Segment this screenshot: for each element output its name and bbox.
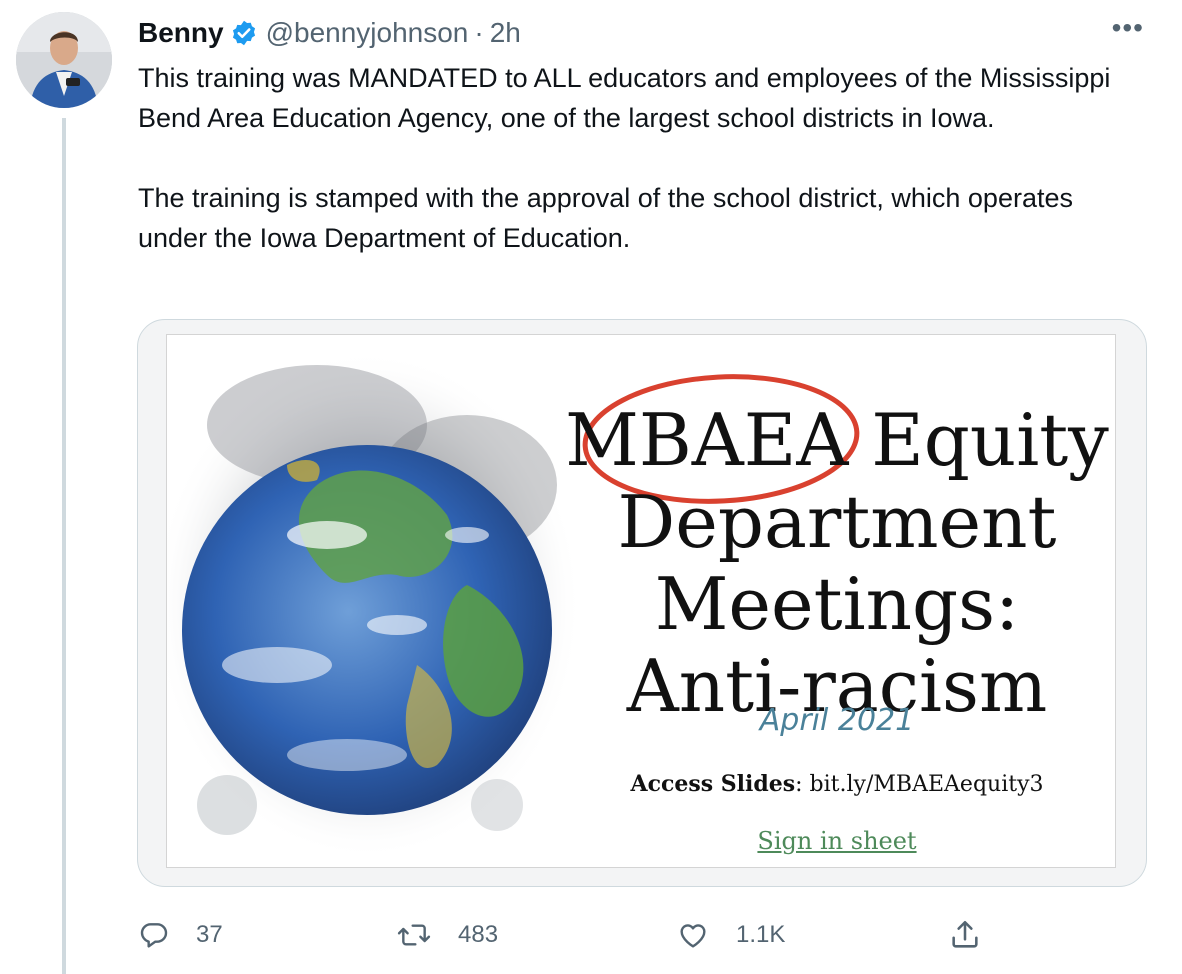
like-count: 1.1K [736,921,786,948]
author-name[interactable]: Benny [138,17,224,49]
retweet-icon [397,924,431,946]
avatar-photo [16,12,112,108]
slide-access-url: : bit.ly/MBAEAequity3 [795,772,1044,797]
retweet-button[interactable]: 483 [396,912,498,958]
header-separator: · [474,17,484,48]
share-icon [952,920,978,948]
slide-title-line-1: MBAEA Equity [547,398,1115,482]
author-handle[interactable]: @bennyjohnson [266,17,469,49]
tweet-actions-bar: 37 483 1.1K [138,912,998,958]
tweet-text: This training was MANDATED to ALL educat… [138,63,1111,253]
slide-date: April 2021 [759,703,915,738]
slide-sign-in-link: Sign in sheet [757,827,917,855]
verified-badge-icon [230,19,258,47]
reply-button[interactable]: 37 [138,912,223,958]
slide-image: MBAEA Equity Department Meetings: Anti-r… [166,334,1116,868]
slide-title-circled-word: MBAEA [565,398,849,482]
like-icon [680,924,706,948]
reply-icon [140,923,168,948]
avatar[interactable] [16,12,112,108]
slide-access-line: Access Slides: bit.ly/MBAEAequity3 [547,771,1115,797]
slide-title-line-3: Meetings: [654,562,1020,646]
slide-title-line-2: Department [617,480,1057,564]
reply-count: 37 [196,921,223,948]
slide-title-equity: Equity [871,398,1109,482]
share-button[interactable] [948,912,982,958]
tweet-header: Benny @bennyjohnson · 2h [138,16,521,50]
watercolor-globe-image [167,350,582,860]
like-button[interactable]: 1.1K [676,912,785,958]
retweet-count: 483 [458,921,499,948]
slide-access-label: Access Slides [630,771,796,797]
tweet-media-card[interactable]: MBAEA Equity Department Meetings: Anti-r… [137,319,1147,887]
more-options-icon[interactable]: ••• [1112,14,1144,42]
slide-title: MBAEA Equity Department Meetings: Anti-r… [547,398,1115,727]
timestamp[interactable]: 2h [490,17,521,49]
thread-connector-line [62,118,66,974]
